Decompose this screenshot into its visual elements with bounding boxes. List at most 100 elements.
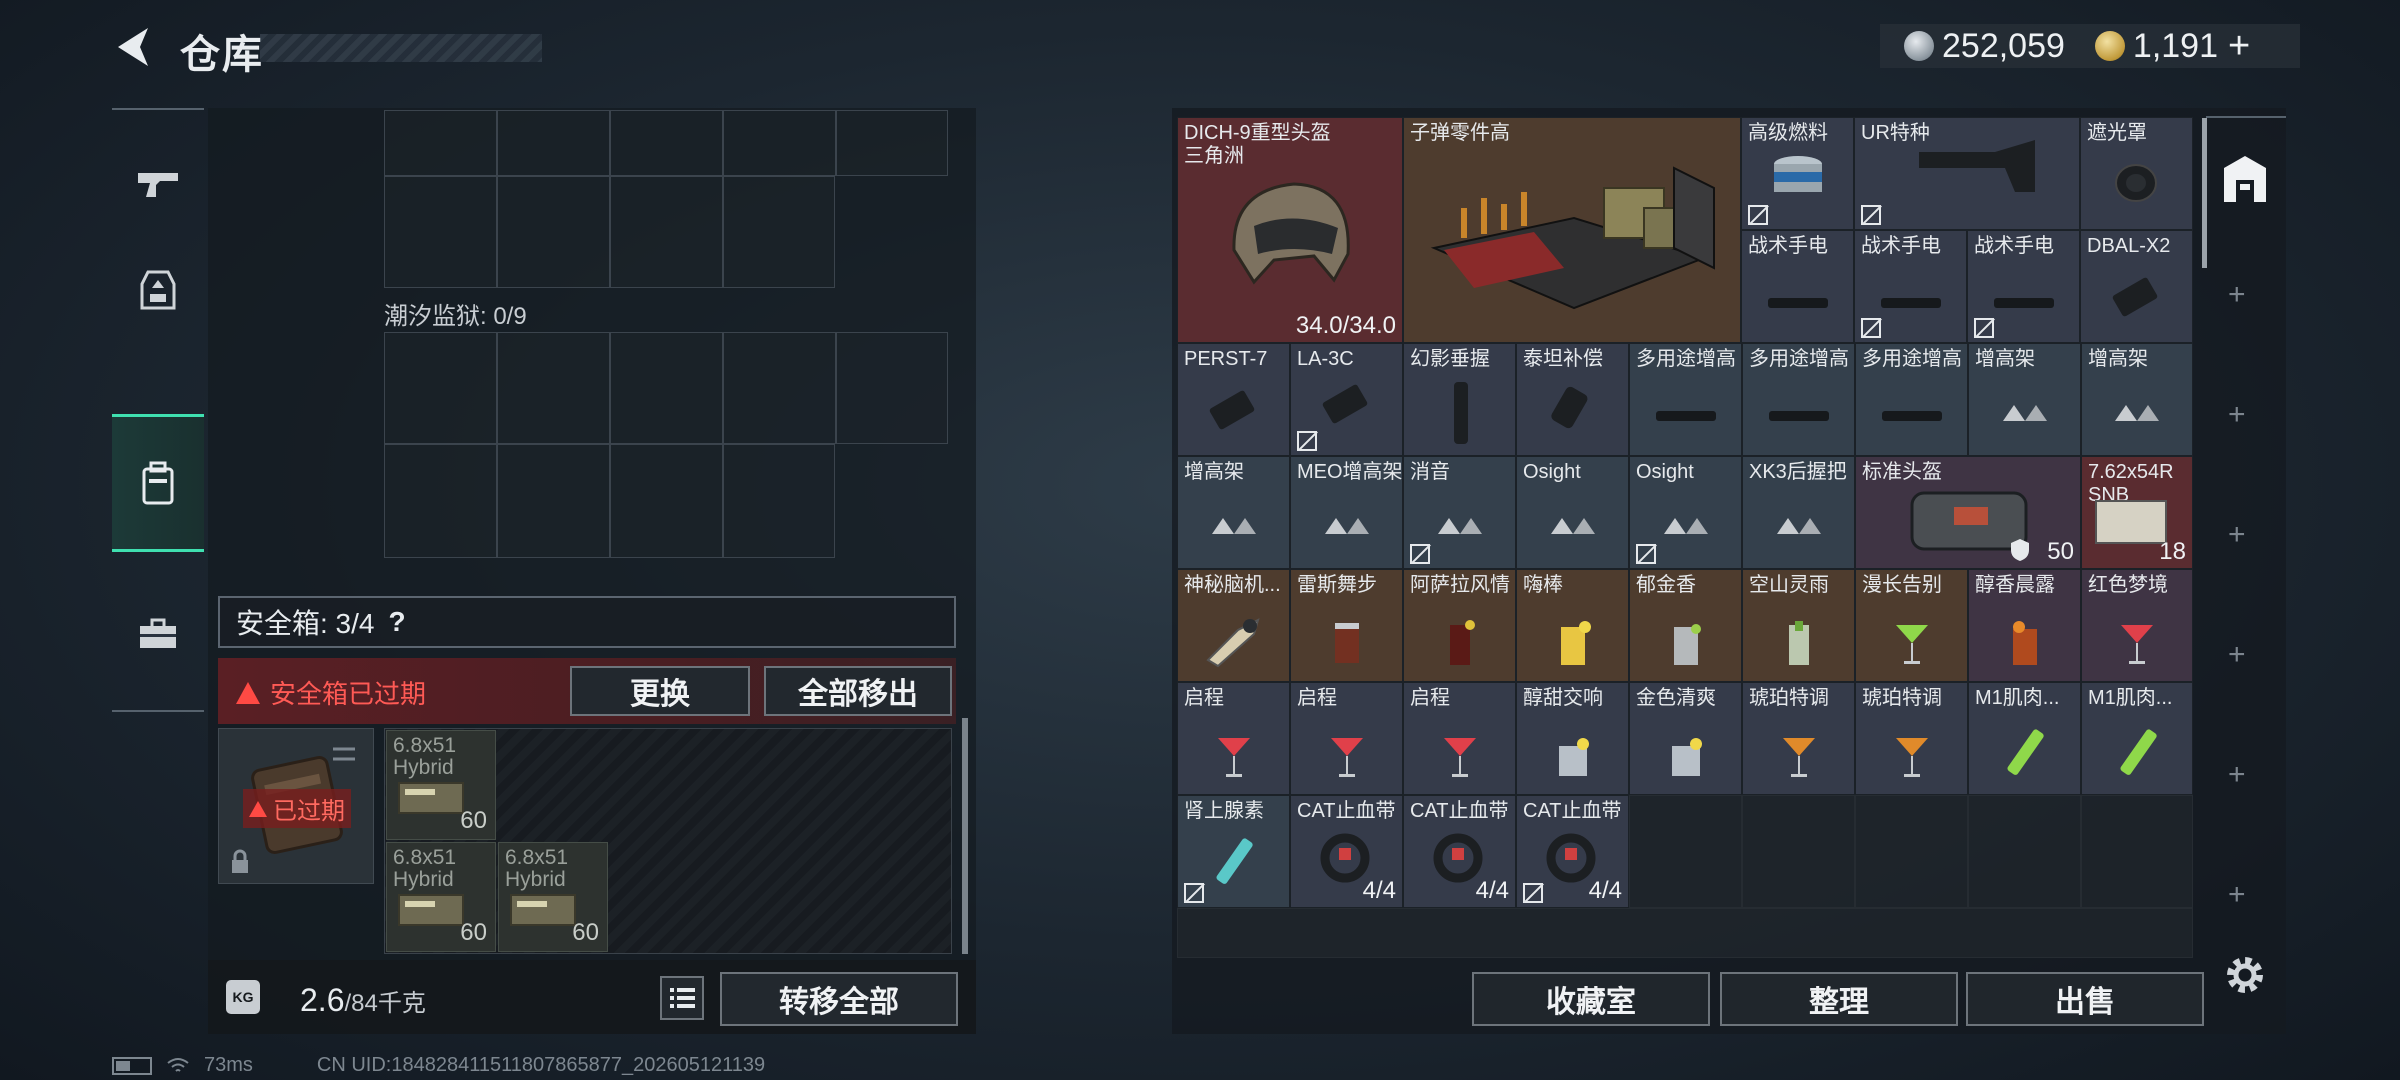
inventory-item[interactable]: 空山灵雨 <box>1742 569 1855 682</box>
sell-button[interactable]: 出售 <box>1966 972 2204 1026</box>
inventory-item-shade[interactable]: 遮光罩 <box>2080 117 2193 230</box>
inventory-item[interactable]: 泰坦补偿 <box>1516 343 1629 456</box>
inventory-item[interactable]: 增高架 <box>1177 456 1290 569</box>
inventory-item[interactable]: 启程 <box>1290 682 1403 795</box>
inventory-item[interactable]: CAT止血带 4/4 <box>1403 795 1516 908</box>
inventory-item[interactable]: 金色清爽 <box>1629 682 1742 795</box>
warehouse-tab-main[interactable] <box>2220 154 2270 209</box>
item-name: 启程 <box>1410 687 1450 709</box>
inventory-item[interactable]: 雷斯舞步 <box>1290 569 1403 682</box>
inventory-item[interactable]: 红色梦境 <box>2081 569 2193 682</box>
category-weapons[interactable] <box>112 134 204 234</box>
inventory-item[interactable]: 消音 <box>1403 456 1516 569</box>
inventory-item-ammo-parts[interactable]: 子弹零件高 <box>1403 117 1741 343</box>
grid-slot[interactable] <box>384 444 497 558</box>
add-warehouse-tab[interactable]: + <box>2228 278 2246 312</box>
grid-slot[interactable] <box>723 110 836 176</box>
remove-all-button[interactable]: 全部移出 <box>764 666 952 716</box>
left-scrollbar[interactable] <box>962 718 968 954</box>
empty-slot[interactable] <box>1742 795 1855 908</box>
inventory-item-flashlight[interactable]: 战术手电 <box>1741 230 1854 343</box>
organize-button[interactable]: 整理 <box>1720 972 1958 1026</box>
inventory-item[interactable]: CAT止血带 4/4 <box>1516 795 1629 908</box>
inventory-item[interactable]: Osight <box>1629 456 1742 569</box>
lock-icon <box>232 849 248 873</box>
ammo-item[interactable]: 6.8x51 Hybrid 60 <box>498 842 608 952</box>
inventory-item-flashlight[interactable]: 战术手电 <box>1967 230 2080 343</box>
safe-case-slot[interactable]: 已过期 <box>218 728 374 884</box>
inventory-item[interactable]: 郁金香 <box>1629 569 1742 682</box>
empty-slot[interactable] <box>1629 795 1742 908</box>
inventory-item-ur-stock[interactable]: UR特种 <box>1854 117 2080 230</box>
inventory-item-helmet[interactable]: DICH-9重型头盔 三角洲 34.0/34.0 <box>1177 117 1403 343</box>
grid-slot[interactable] <box>497 332 610 444</box>
category-equipment[interactable] <box>112 240 204 340</box>
grid-slot[interactable] <box>723 332 836 444</box>
grid-slot[interactable] <box>497 176 610 288</box>
inventory-item[interactable]: XK3后握把 <box>1742 456 1855 569</box>
empty-slot[interactable] <box>1855 795 1968 908</box>
inventory-item[interactable]: 幻影垂握 <box>1403 343 1516 456</box>
inventory-item[interactable]: 嗨棒 <box>1516 569 1629 682</box>
grid-slot[interactable] <box>836 332 948 444</box>
inventory-item[interactable]: M1肌肉... <box>2081 682 2193 795</box>
inventory-item-flashlight[interactable]: 战术手电 <box>1854 230 1967 343</box>
replace-button[interactable]: 更换 <box>570 666 750 716</box>
inventory-item[interactable]: 增高架 <box>2081 343 2193 456</box>
inventory-item[interactable]: 肾上腺素 <box>1177 795 1290 908</box>
inventory-item-dbal[interactable]: DBAL-X2 <box>2080 230 2193 343</box>
empty-slot[interactable] <box>2081 795 2193 908</box>
add-warehouse-tab[interactable]: + <box>2228 878 2246 912</box>
inventory-item[interactable]: CAT止血带 4/4 <box>1290 795 1403 908</box>
inventory-item[interactable]: M1肌肉... <box>1968 682 2081 795</box>
grid-slot[interactable] <box>610 176 723 288</box>
add-warehouse-tab[interactable]: + <box>2228 758 2246 792</box>
add-warehouse-tab[interactable]: + <box>2228 518 2246 552</box>
inventory-item[interactable]: 增高架 <box>1968 343 2081 456</box>
inventory-item-fuel[interactable]: 高级燃料 <box>1741 117 1854 230</box>
grid-slot[interactable] <box>610 110 723 176</box>
grid-slot[interactable] <box>723 444 835 558</box>
inventory-item-standard-helmet[interactable]: 标准头盔 50 <box>1855 456 2081 569</box>
safe-box-help-icon[interactable]: ? <box>388 606 405 638</box>
back-button[interactable] <box>108 22 158 72</box>
category-toolbox[interactable] <box>112 584 204 684</box>
grid-slot[interactable] <box>836 110 948 176</box>
inventory-item[interactable]: 琥珀特调 <box>1855 682 1968 795</box>
grid-slot[interactable] <box>384 332 497 444</box>
grid-slot[interactable] <box>384 176 497 288</box>
inventory-item[interactable]: Osight <box>1516 456 1629 569</box>
add-warehouse-tab[interactable]: + <box>2228 398 2246 432</box>
inventory-item[interactable]: 琥珀特调 <box>1742 682 1855 795</box>
collection-room-button[interactable]: 收藏室 <box>1472 972 1710 1026</box>
list-view-button[interactable] <box>660 976 704 1020</box>
inventory-item-ammo-762[interactable]: 7.62x54R SNB 18 <box>2081 456 2193 569</box>
grid-slot[interactable] <box>497 444 610 558</box>
grid-slot[interactable] <box>497 110 610 176</box>
transfer-all-button[interactable]: 转移全部 <box>720 972 958 1026</box>
grid-slot[interactable] <box>610 444 723 558</box>
inventory-item[interactable]: 阿萨拉风情 <box>1403 569 1516 682</box>
inventory-item[interactable]: 醇香晨露 <box>1968 569 2081 682</box>
inventory-item[interactable]: MEO增高架 <box>1290 456 1403 569</box>
empty-slot[interactable] <box>1968 795 2081 908</box>
add-currency-button[interactable]: + <box>2228 25 2250 68</box>
inventory-item[interactable]: 启程 <box>1177 682 1290 795</box>
settings-button[interactable] <box>2222 952 2268 1003</box>
inventory-item[interactable]: 启程 <box>1403 682 1516 795</box>
inventory-item[interactable]: 多用途增高 <box>1742 343 1855 456</box>
grid-slot[interactable] <box>384 110 497 176</box>
inventory-item[interactable]: 多用途增高 <box>1629 343 1742 456</box>
ammo-item[interactable]: 6.8x51 Hybrid 60 <box>386 730 496 840</box>
inventory-item[interactable]: LA-3C <box>1290 343 1403 456</box>
inventory-item[interactable]: PERST-7 <box>1177 343 1290 456</box>
grid-slot[interactable] <box>610 332 723 444</box>
inventory-item[interactable]: 漫长告别 <box>1855 569 1968 682</box>
inventory-item[interactable]: 醇甜交响 <box>1516 682 1629 795</box>
inventory-item[interactable]: 神秘脑机... <box>1177 569 1290 682</box>
category-safe-box[interactable] <box>112 414 204 552</box>
ammo-item[interactable]: 6.8x51 Hybrid 60 <box>386 842 496 952</box>
inventory-item[interactable]: 多用途增高 <box>1855 343 1968 456</box>
grid-slot[interactable] <box>723 176 835 288</box>
add-warehouse-tab[interactable]: + <box>2228 638 2246 672</box>
